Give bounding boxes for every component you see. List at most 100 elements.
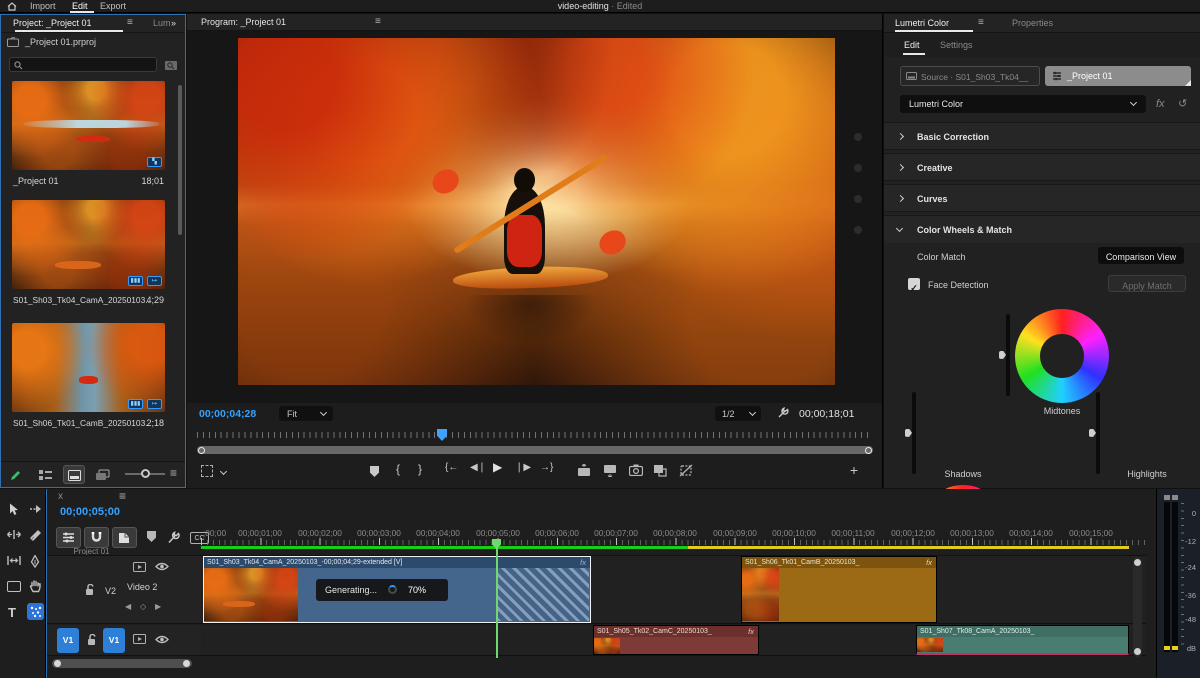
scrollbar-right-handle[interactable] — [865, 446, 872, 454]
timeline-ruler[interactable]: ;00;00 00;00;01;00 00;00;02;00 00;00;03;… — [201, 527, 1146, 551]
comparison-view-button[interactable]: Comparison View — [1098, 247, 1184, 264]
track-visibility-eye-icon[interactable] — [155, 562, 169, 571]
list-view-icon[interactable] — [39, 470, 52, 480]
mark-in-icon[interactable]: { — [396, 462, 400, 476]
go-to-out-icon[interactable]: →} — [540, 462, 553, 473]
source-patch-v1-button[interactable]: V1 — [57, 628, 79, 653]
track-select-forward-tool-icon[interactable] — [29, 503, 42, 515]
timeline-panel-menu-icon[interactable]: ≡ — [119, 490, 126, 502]
playback-resolution-select[interactable]: 1/2 — [715, 406, 761, 421]
freeform-view-icon[interactable] — [95, 469, 110, 481]
track-name-v2[interactable]: Video 2 — [127, 582, 157, 592]
shadows-luma-slider[interactable] — [905, 392, 916, 474]
step-forward-icon[interactable]: ❘▶ — [515, 462, 531, 473]
next-keyframe-icon[interactable]: ▶ — [155, 602, 161, 611]
highlights-luma-slider[interactable] — [1089, 392, 1100, 474]
add-keyframe-icon[interactable]: ◇ — [140, 602, 146, 611]
tab-lumetri-color[interactable]: Lumetri Color — [895, 18, 949, 28]
program-video-frame[interactable] — [238, 38, 835, 385]
project-panel-menu-icon[interactable]: ≡ — [127, 18, 133, 28]
slip-tool-icon[interactable] — [7, 555, 21, 566]
track-lock-icon[interactable] — [85, 584, 95, 596]
source-track-icon[interactable] — [133, 562, 146, 572]
clip-teal[interactable]: S01_Sh07_Tk08_CamA_20250103_ — [916, 625, 1129, 655]
reset-effect-icon[interactable]: ↻ — [1178, 97, 1187, 110]
section-curves[interactable]: Curves — [884, 184, 1200, 212]
add-marker-icon[interactable] — [370, 466, 379, 477]
program-playhead[interactable] — [437, 429, 447, 441]
subtab-settings[interactable]: Settings — [940, 40, 973, 50]
ripple-edit-tool-icon[interactable] — [7, 529, 21, 540]
project-item-clip1[interactable]: ▮▮▮ ↦ S01_Sh03_Tk04_CamA_20250103.. 4;29 — [12, 200, 166, 318]
selection-tool-icon[interactable] — [8, 503, 20, 516]
hand-tool-icon[interactable] — [29, 579, 42, 593]
zoom-slider-handle[interactable] — [141, 469, 150, 478]
snap-magnet-button[interactable] — [84, 527, 109, 548]
subtab-edit[interactable]: Edit — [904, 40, 920, 50]
track-lock-icon[interactable] — [87, 634, 97, 646]
lumetri-panel-menu-icon[interactable]: ≡ — [978, 18, 984, 28]
tab-program[interactable]: Program: _Project 01 — [201, 17, 286, 27]
button-editor-plus-icon[interactable]: + — [850, 462, 858, 478]
zoom-handle-right[interactable] — [183, 660, 190, 667]
pen-tool-icon[interactable] — [29, 555, 41, 568]
program-panel-menu-icon[interactable]: ≡ — [375, 17, 381, 27]
clip-red[interactable]: S01_Sh05_Tk02_CamC_20250103_ fx — [593, 625, 759, 655]
project-item-clip2[interactable]: ▮▮▮ ↦ S01_Sh06_Tk01_CamB_20250103.. 2;18 — [12, 323, 166, 441]
clip-orange[interactable]: S01_Sh06_Tk01_CamB_20250103_ fx — [741, 556, 937, 623]
rectangle-tool-icon[interactable] — [7, 581, 21, 592]
project-footer-menu-icon[interactable]: ≡ — [170, 467, 177, 479]
clip-extended[interactable]: S01_Sh03_Tk04_CamA_20250103_-00;00;04;29… — [203, 556, 591, 623]
extract-icon[interactable] — [603, 464, 617, 477]
linked-selection-button[interactable] — [112, 527, 137, 548]
midtones-luma-slider[interactable] — [999, 314, 1010, 396]
program-mini-ruler[interactable] — [197, 429, 873, 441]
scrollbar-left-handle[interactable] — [198, 446, 205, 454]
icon-view-button[interactable] — [63, 465, 85, 484]
timeline-close-button[interactable]: x — [58, 491, 63, 502]
tab-overflow-icon[interactable]: » — [171, 18, 176, 28]
writable-pencil-icon[interactable] — [9, 469, 22, 482]
zoom-level-select[interactable]: Fit — [279, 406, 333, 421]
project-scrollbar[interactable] — [178, 85, 182, 235]
razor-tool-icon[interactable] — [29, 529, 42, 541]
vscroll-handle-bottom[interactable] — [1134, 648, 1141, 655]
safe-margins-icon[interactable] — [201, 465, 213, 477]
timeline-vertical-scrollbar[interactable] — [1133, 557, 1142, 657]
program-timecode[interactable]: 00;00;04;28 — [199, 408, 256, 420]
transport-chevron-icon[interactable] — [219, 467, 228, 476]
source-track-icon[interactable] — [133, 634, 146, 644]
export-frame-icon[interactable] — [629, 464, 643, 476]
track-target-v1-button[interactable]: V1 — [103, 628, 125, 653]
project-item-sequence[interactable]: ▚ _Project 01 18;01 — [12, 81, 166, 199]
tab-lumetri-truncated[interactable]: Lum — [153, 18, 171, 28]
zoom-handle-left[interactable] — [54, 660, 61, 667]
apply-match-button[interactable]: Apply Match — [1108, 275, 1186, 292]
timeline-wrench-icon[interactable] — [167, 531, 180, 544]
lift-icon[interactable] — [577, 464, 591, 477]
section-color-wheels[interactable]: Color Wheels & Match — [884, 215, 1200, 243]
mark-out-icon[interactable]: } — [418, 462, 422, 476]
track-visibility-eye-icon[interactable] — [155, 635, 169, 644]
target-clip-button[interactable]: _Project 01 — [1045, 66, 1191, 86]
face-detection-checkbox[interactable]: ✓ — [908, 278, 920, 293]
comparison-view-icon[interactable] — [653, 464, 667, 477]
fx-bypass-icon[interactable]: fx — [1156, 98, 1165, 110]
project-root-row[interactable]: _Project 01.prproj — [1, 34, 185, 51]
search-bin-icon[interactable] — [164, 59, 178, 71]
tab-project[interactable]: Project: _Project 01 — [13, 18, 92, 28]
program-scrollbar[interactable] — [197, 446, 873, 454]
tab-properties[interactable]: Properties — [1012, 18, 1053, 28]
settings-wrench-icon[interactable] — [777, 407, 789, 419]
nest-sequence-button[interactable] — [56, 527, 81, 548]
timeline-timecode[interactable]: 00;00;05;00 — [60, 506, 120, 518]
track-id-v2[interactable]: V2 — [105, 586, 116, 596]
search-box[interactable] — [9, 57, 157, 72]
timeline-playhead-line[interactable] — [496, 545, 498, 658]
generative-extend-tool-icon[interactable] — [27, 603, 44, 620]
type-tool-icon[interactable]: T — [8, 605, 16, 620]
previous-keyframe-icon[interactable]: ◀ — [125, 602, 131, 611]
midtones-wheel[interactable] — [1015, 309, 1109, 403]
search-input[interactable] — [26, 59, 152, 70]
effect-dropdown[interactable]: Lumetri Color — [900, 95, 1146, 113]
